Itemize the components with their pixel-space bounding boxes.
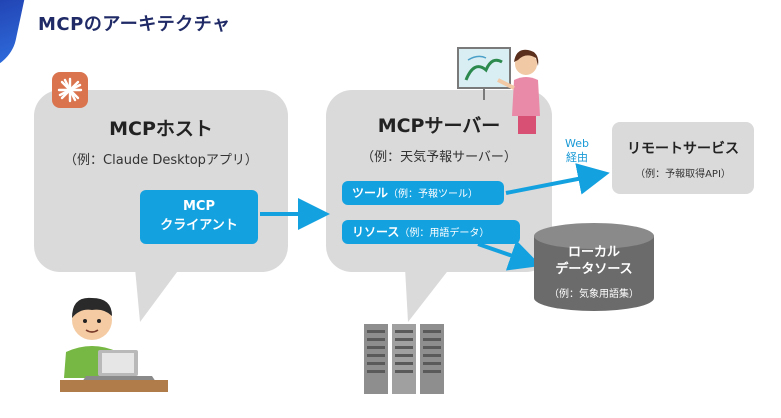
local-datasource-title: ローカル データソース bbox=[532, 244, 656, 278]
local-line2: データソース bbox=[555, 262, 633, 277]
local-line1: ローカル bbox=[567, 245, 620, 260]
remote-title: リモートサービス bbox=[627, 141, 739, 157]
weather-presenter-icon bbox=[457, 47, 540, 134]
user-with-laptop-icon bbox=[60, 297, 168, 392]
web-line2: 経由 bbox=[565, 151, 588, 164]
resource-to-local-arrow bbox=[477, 240, 542, 271]
tool-to-remote-arrow bbox=[505, 163, 610, 195]
local-datasource-example: （例：気象用語集） bbox=[549, 289, 639, 300]
web-via-label: Web 経由 bbox=[565, 137, 589, 165]
server-rack-icon bbox=[364, 324, 444, 394]
web-line1: Web bbox=[565, 137, 589, 150]
remote-service-box bbox=[612, 122, 754, 194]
remote-example: （例：予報取得API） bbox=[635, 169, 731, 180]
